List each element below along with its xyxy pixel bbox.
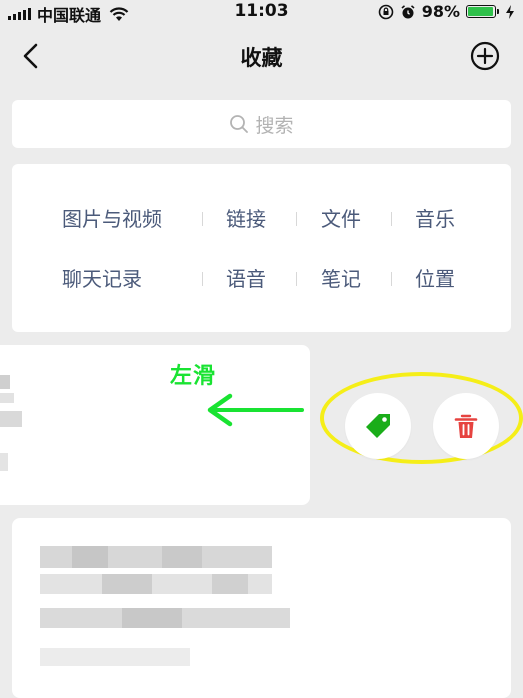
blurred-content <box>0 411 22 427</box>
delete-button[interactable] <box>433 393 499 459</box>
blurred-content <box>0 453 8 471</box>
alarm-icon <box>401 4 415 18</box>
blurred-content <box>162 546 202 568</box>
category-card: 图片与视频 链接 文件 音乐 聊天记录 语音 笔记 位置 <box>12 164 511 332</box>
trash-icon <box>454 414 478 438</box>
left-arrow-icon <box>207 393 304 427</box>
category-row-1: 图片与视频 链接 文件 音乐 <box>12 199 511 239</box>
blurred-content <box>0 375 10 389</box>
favorite-item[interactable] <box>12 518 511 698</box>
blurred-content <box>0 393 14 403</box>
blurred-content <box>122 608 182 628</box>
plus-circle-icon[interactable] <box>469 40 501 72</box>
blurred-content <box>72 546 108 568</box>
category-divider <box>202 212 203 226</box>
category-music[interactable]: 音乐 <box>415 199 455 239</box>
tag-button[interactable] <box>345 393 411 459</box>
category-divider <box>391 212 392 226</box>
category-divider <box>391 272 392 286</box>
status-bar: 中国联通 11:03 98% <box>0 0 523 25</box>
search-bar[interactable]: 搜索 <box>12 100 511 148</box>
search-icon <box>230 115 249 133</box>
category-chat-history[interactable]: 聊天记录 <box>62 259 142 299</box>
category-voice[interactable]: 语音 <box>226 259 266 299</box>
category-links[interactable]: 链接 <box>226 199 266 239</box>
category-images-videos[interactable]: 图片与视频 <box>62 199 162 239</box>
rotation-lock-icon <box>378 4 394 19</box>
tag-icon <box>366 414 390 438</box>
page-title: 收藏 <box>240 46 283 70</box>
category-divider <box>202 272 203 286</box>
blurred-content <box>102 574 152 594</box>
status-right: 98% <box>378 2 515 21</box>
nav-bar: 收藏 <box>0 30 523 80</box>
battery-fill <box>468 7 494 16</box>
search-placeholder: 搜索 <box>255 114 294 137</box>
category-divider <box>296 212 297 226</box>
category-location[interactable]: 位置 <box>415 259 455 299</box>
blurred-content <box>212 574 248 594</box>
category-row-2: 聊天记录 语音 笔记 位置 <box>12 259 511 299</box>
category-files[interactable]: 文件 <box>321 199 361 239</box>
swipe-left-label: 左滑 <box>170 364 217 389</box>
blurred-content <box>40 648 190 666</box>
battery-percent: 98% <box>421 2 460 21</box>
charging-icon <box>506 4 514 19</box>
category-divider <box>296 272 297 286</box>
battery-icon <box>466 5 499 18</box>
category-notes[interactable]: 笔记 <box>321 259 361 299</box>
